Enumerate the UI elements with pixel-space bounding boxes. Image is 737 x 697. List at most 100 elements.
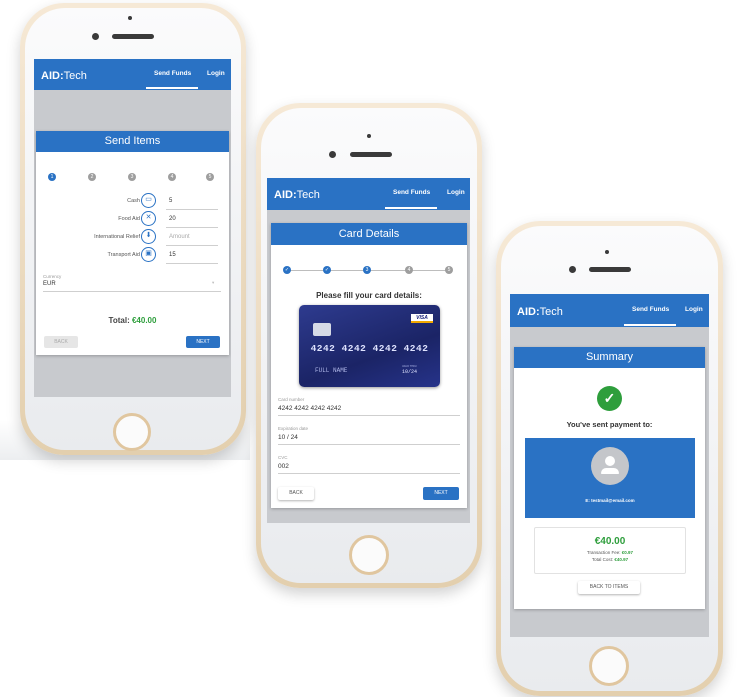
cash-quantity-input[interactable]: 5 [169, 198, 172, 204]
avatar [591, 447, 629, 485]
transport-quantity-input[interactable]: 15 [169, 252, 176, 258]
stepper-step-1: 1 [48, 173, 56, 181]
phone-1-home-button[interactable] [113, 413, 151, 451]
nav-send-funds[interactable]: Send Funds [632, 306, 669, 313]
next-button[interactable]: NEXT [186, 336, 220, 348]
email-prefix: E: [585, 498, 590, 503]
card-title: Send Items [36, 131, 229, 152]
sent-payment-text: You've sent payment to: [566, 420, 653, 429]
card-number-underline [278, 415, 460, 416]
card-expiry-display: 10/24 [402, 369, 418, 375]
cvc-underline [278, 473, 460, 474]
back-button[interactable]: BACK [44, 336, 78, 348]
total-label: Total: [108, 316, 130, 325]
relief-icon[interactable]: ⬇ [141, 229, 156, 244]
card-number-label: Card number [278, 397, 305, 402]
card-number-display: 4242 4242 4242 4242 [310, 343, 429, 354]
nav-send-funds[interactable]: Send Funds [154, 70, 191, 77]
card-chip-icon [313, 323, 331, 336]
recipient-panel: E: testmail@email.com [525, 438, 695, 518]
item-label-food-aid: Food Aid [118, 216, 140, 222]
phone-2-speaker [350, 152, 392, 157]
card-name-display: FULL NAME [315, 367, 348, 374]
card-valid-label: VALID THRU [402, 365, 417, 368]
cash-input-underline [166, 209, 218, 210]
nav-active-underline [624, 324, 676, 326]
card-title: Card Details [271, 223, 467, 245]
stepper-step-1-done: ✓ [283, 266, 291, 274]
total-cost-label: Total Cost: [591, 557, 614, 562]
currency-select[interactable]: EUR [43, 281, 56, 287]
success-check-icon: ✓ [597, 386, 622, 411]
total-cost-row: Total Cost: €40.97 [535, 557, 685, 562]
card-details-card: Card Details ✓ ✓ 3 4 5 Please fill your … [271, 223, 467, 508]
nav-login[interactable]: Login [685, 306, 703, 313]
phone-1-screen: AID:Tech Send Funds Login Send Items 1 2… [34, 59, 231, 397]
phone-1-speaker [112, 34, 154, 39]
stepper-step-3: 3 [128, 173, 136, 181]
back-button[interactable]: BACK [278, 487, 314, 500]
cvc-label: CVC [278, 455, 288, 460]
phone-1-camera [92, 33, 99, 40]
card-prompt: Please fill your card details: [316, 291, 422, 300]
transport-icon[interactable]: ▣ [141, 247, 156, 262]
food-aid-icon[interactable]: ✕ [141, 211, 156, 226]
cvc-input[interactable]: 002 [278, 463, 289, 470]
currency-underline [43, 291, 221, 292]
send-items-card: Send Items 1 2 3 4 5 Cash ▭ 5 Food Aid ✕… [36, 131, 229, 355]
stepper-step-4: 4 [168, 173, 176, 181]
phone-3-camera-top [605, 250, 609, 254]
chevron-down-icon[interactable]: ▾ [212, 280, 214, 286]
fee-label: Transaction Fee: [586, 550, 621, 555]
app-logo[interactable]: AID:Tech [517, 306, 563, 318]
card-number-input[interactable]: 4242 4242 4242 4242 [278, 405, 341, 412]
app-logo[interactable]: AID:Tech [274, 189, 320, 201]
item-label-international-relief: International Relief [94, 234, 140, 240]
phone-3-home-button[interactable] [589, 646, 629, 686]
card-title: Summary [514, 347, 705, 368]
credit-card-preview: VISA 4242 4242 4242 4242 FULL NAME VALID… [299, 305, 440, 387]
nav-active-underline [385, 207, 437, 209]
nav-active-underline [146, 87, 198, 89]
food-aid-quantity-input[interactable]: 20 [169, 216, 176, 222]
phone-3: AID:Tech Send Funds Login Summary ✓ You'… [496, 221, 723, 696]
expiry-input[interactable]: 10 / 24 [278, 434, 298, 441]
person-icon [605, 456, 615, 466]
transport-input-underline [166, 263, 218, 264]
email-value: testmail@email.com [591, 498, 635, 503]
total-row: Total: €40.00 [36, 316, 229, 325]
nav-login[interactable]: Login [447, 189, 465, 196]
phone-2-camera [329, 151, 336, 158]
phone-2: AID:Tech Send Funds Login Card Details ✓… [256, 103, 482, 588]
transaction-fee-row: Transaction Fee: €0.97 [535, 550, 685, 555]
marketing-composite: AID:Tech Send Funds Login Send Items 1 2… [0, 0, 737, 697]
expiry-underline [278, 444, 460, 445]
person-icon-body [601, 468, 619, 474]
fee-value: €0.97 [621, 550, 634, 555]
currency-label: Currency [43, 274, 62, 279]
total-value: €40.00 [131, 316, 157, 325]
payment-amount: €40.00 [594, 536, 626, 547]
food-aid-input-underline [166, 227, 218, 228]
app-bar: AID:Tech Send Funds Login [34, 59, 231, 90]
back-to-items-button[interactable]: BACK TO ITEMS [578, 581, 640, 594]
relief-quantity-input[interactable]: Amount [169, 234, 190, 240]
stepper-step-2-done: ✓ [323, 266, 331, 274]
app-logo[interactable]: AID:Tech [41, 70, 87, 82]
cash-icon[interactable]: ▭ [141, 193, 156, 208]
phone-2-home-button[interactable] [349, 535, 389, 575]
item-label-transport-aid: Transport Aid [107, 252, 140, 258]
nav-login[interactable]: Login [207, 70, 225, 77]
phone-2-screen: AID:Tech Send Funds Login Card Details ✓… [267, 178, 470, 523]
app-bar: AID:Tech Send Funds Login [510, 294, 709, 327]
stepper-step-5: 5 [206, 173, 214, 181]
expiry-label: Expiration date [278, 426, 309, 431]
visa-logo: VISA [411, 314, 433, 323]
stepper-step-4: 4 [405, 266, 413, 274]
payment-totals-box: €40.00 Transaction Fee: €0.97 Total Cost… [534, 527, 686, 574]
next-button[interactable]: NEXT [423, 487, 459, 500]
total-cost-value: €40.97 [614, 557, 629, 562]
nav-send-funds[interactable]: Send Funds [393, 189, 430, 196]
phone-1-camera-top [128, 16, 132, 20]
phone-2-camera-top [367, 134, 371, 138]
